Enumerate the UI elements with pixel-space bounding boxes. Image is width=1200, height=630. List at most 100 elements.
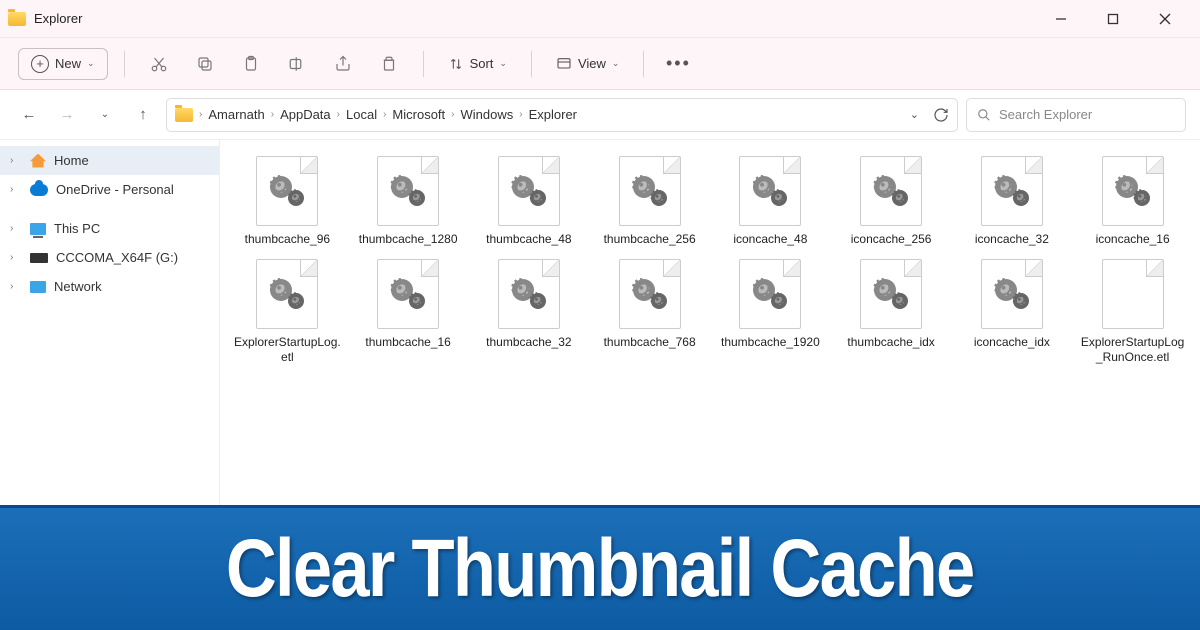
rename-button[interactable] <box>279 46 315 82</box>
file-item[interactable]: thumbcache_16 <box>351 257 466 367</box>
file-item[interactable]: iconcache_32 <box>955 154 1070 249</box>
forward-button[interactable]: → <box>52 100 82 130</box>
file-item[interactable]: thumbcache_768 <box>592 257 707 367</box>
maximize-button[interactable] <box>1098 4 1128 34</box>
gear-icon <box>512 279 546 309</box>
plus-icon: + <box>31 55 49 73</box>
new-button[interactable]: + New ⌄ <box>18 48 108 80</box>
file-icon <box>256 259 318 329</box>
file-item[interactable]: thumbcache_1920 <box>713 257 828 367</box>
up-button[interactable]: ↑ <box>128 100 158 130</box>
folder-icon <box>175 108 193 122</box>
file-icon <box>377 156 439 226</box>
file-item[interactable]: ExplorerStartupLog_RunOnce.etl <box>1075 257 1190 367</box>
view-icon <box>556 56 572 72</box>
back-button[interactable]: ← <box>14 100 44 130</box>
network-icon <box>30 281 46 293</box>
banner: Clear Thumbnail Cache <box>0 505 1200 630</box>
breadcrumb[interactable]: Amarnath <box>208 107 264 122</box>
gear-icon <box>270 279 304 309</box>
file-item[interactable]: thumbcache_32 <box>472 257 587 367</box>
file-icon <box>1102 259 1164 329</box>
file-label: iconcache_32 <box>975 232 1049 247</box>
cut-button[interactable] <box>141 46 177 82</box>
chevron-down-icon[interactable]: ⌄ <box>910 108 919 121</box>
file-label: thumbcache_idx <box>847 335 934 350</box>
sidebar-item-label: Network <box>54 279 102 294</box>
file-label: iconcache_256 <box>851 232 932 247</box>
delete-button[interactable] <box>371 46 407 82</box>
sort-icon <box>448 56 464 72</box>
gear-icon <box>753 176 787 206</box>
file-label: thumbcache_16 <box>365 335 450 350</box>
separator <box>531 51 532 77</box>
gear-icon <box>512 176 546 206</box>
view-button[interactable]: View ⌄ <box>548 56 628 72</box>
drive-icon <box>30 253 48 263</box>
file-item[interactable]: iconcache_idx <box>955 257 1070 367</box>
minimize-button[interactable] <box>1046 4 1076 34</box>
file-item[interactable]: thumbcache_idx <box>834 257 949 367</box>
file-item[interactable]: ExplorerStartupLog.etl <box>230 257 345 367</box>
file-item[interactable]: thumbcache_1280 <box>351 154 466 249</box>
file-item[interactable]: iconcache_48 <box>713 154 828 249</box>
file-label: thumbcache_1280 <box>359 232 458 247</box>
close-button[interactable] <box>1150 4 1180 34</box>
gear-icon <box>391 279 425 309</box>
copy-button[interactable] <box>187 46 223 82</box>
file-label: thumbcache_48 <box>486 232 571 247</box>
gear-icon <box>633 176 667 206</box>
sidebar-item-label: OneDrive - Personal <box>56 182 174 197</box>
chevron-right-icon: › <box>199 109 202 120</box>
file-label: thumbcache_32 <box>486 335 571 350</box>
file-label: thumbcache_1920 <box>721 335 820 350</box>
breadcrumb[interactable]: Microsoft <box>392 107 445 122</box>
file-label: thumbcache_256 <box>604 232 696 247</box>
separator <box>423 51 424 77</box>
paste-button[interactable] <box>233 46 269 82</box>
search-icon <box>977 108 991 122</box>
file-item[interactable]: iconcache_256 <box>834 154 949 249</box>
sidebar-item-network[interactable]: › Network <box>0 272 219 301</box>
file-icon <box>377 259 439 329</box>
sidebar: › Home › OneDrive - Personal › This PC ›… <box>0 140 220 505</box>
pc-icon <box>30 223 46 235</box>
gear-icon <box>1116 176 1150 206</box>
sidebar-item-label: CCCOMA_X64F (G:) <box>56 250 178 265</box>
sidebar-item-onedrive[interactable]: › OneDrive - Personal <box>0 175 219 204</box>
sidebar-item-home[interactable]: › Home <box>0 146 219 175</box>
chevron-down-icon: ⌄ <box>612 58 620 69</box>
breadcrumb[interactable]: AppData <box>280 107 331 122</box>
gear-icon <box>995 279 1029 309</box>
recent-button[interactable]: ⌄ <box>90 100 120 130</box>
chevron-right-icon: › <box>383 109 386 120</box>
navbar: ← → ⌄ ↑ › Amarnath › AppData › Local › M… <box>0 90 1200 140</box>
body: › Home › OneDrive - Personal › This PC ›… <box>0 140 1200 505</box>
gear-icon <box>995 176 1029 206</box>
file-label: iconcache_48 <box>733 232 807 247</box>
breadcrumb[interactable]: Explorer <box>529 107 577 122</box>
sidebar-item-thispc[interactable]: › This PC <box>0 214 219 243</box>
search-input[interactable]: Search Explorer <box>966 98 1186 132</box>
file-icon <box>860 156 922 226</box>
share-button[interactable] <box>325 46 361 82</box>
file-icon <box>1102 156 1164 226</box>
gear-icon <box>874 176 908 206</box>
file-item[interactable]: thumbcache_256 <box>592 154 707 249</box>
sort-button[interactable]: Sort ⌄ <box>440 56 515 72</box>
gear-icon <box>391 176 425 206</box>
file-icon <box>739 156 801 226</box>
more-button[interactable]: ••• <box>660 46 696 82</box>
chevron-right-icon: › <box>451 109 454 120</box>
address-bar[interactable]: › Amarnath › AppData › Local › Microsoft… <box>166 98 958 132</box>
breadcrumb[interactable]: Windows <box>461 107 514 122</box>
file-item[interactable]: iconcache_16 <box>1075 154 1190 249</box>
sidebar-item-drive[interactable]: › CCCOMA_X64F (G:) <box>0 243 219 272</box>
breadcrumb[interactable]: Local <box>346 107 377 122</box>
file-label: iconcache_idx <box>974 335 1050 350</box>
refresh-button[interactable] <box>933 107 949 123</box>
file-item[interactable]: thumbcache_96 <box>230 154 345 249</box>
file-item[interactable]: thumbcache_48 <box>472 154 587 249</box>
file-icon <box>739 259 801 329</box>
file-label: ExplorerStartupLog.etl <box>232 335 342 365</box>
